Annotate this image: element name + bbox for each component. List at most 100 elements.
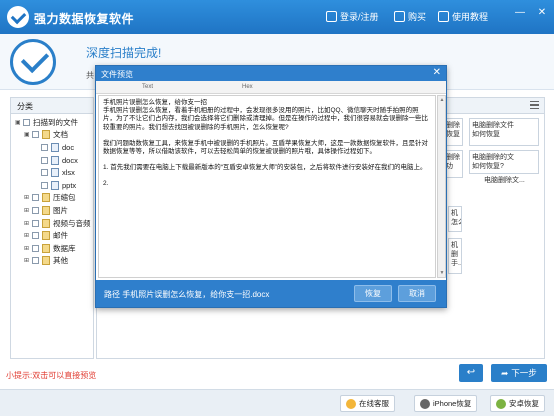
preview-text-line: 2.	[103, 180, 109, 188]
file-icon	[51, 168, 59, 178]
category-item[interactable]: docx	[15, 154, 93, 167]
category-checkbox[interactable]	[23, 118, 30, 126]
next-step-button[interactable]: ➦ 下一步	[491, 364, 547, 382]
category-checkbox[interactable]	[32, 244, 39, 252]
category-item[interactable]: xlsx	[15, 166, 93, 179]
buy-button[interactable]: 购买	[394, 10, 426, 23]
close-window-button[interactable]: ✕	[534, 6, 550, 20]
login-button[interactable]: 登录/注册	[326, 10, 379, 23]
category-label: 文档	[53, 130, 68, 140]
expand-toggle-icon[interactable]: ⊞	[24, 207, 31, 214]
dialog-close-button[interactable]: ✕	[433, 67, 441, 79]
file-name-label: 电脑删除文...	[482, 174, 532, 186]
preview-text-line: 我们问题助数恢复工具，来恢复手机中被误删的手机照片。互盾苹果恢复大师，这是一款数…	[103, 139, 428, 156]
file-thumbnail[interactable]: 电脑删除文件 如何恢复	[469, 118, 539, 146]
category-checkbox[interactable]	[41, 143, 48, 151]
category-checkbox[interactable]	[32, 257, 39, 265]
android-icon	[496, 398, 506, 409]
preview-text-line	[103, 172, 431, 180]
folder-icon	[42, 231, 50, 241]
folder-icon	[42, 218, 50, 228]
footer-bar: 在线客服 iPhone恢复 安卓恢复	[0, 389, 554, 416]
expand-toggle-icon[interactable]: ⊞	[24, 220, 31, 227]
expand-toggle-icon[interactable]: ⊞	[24, 257, 31, 264]
category-item[interactable]: ⊞ 其他	[15, 255, 93, 268]
book-icon	[438, 11, 449, 22]
category-item[interactable]: ⊞ 邮件	[15, 229, 93, 242]
category-item[interactable]: ▣ 文档	[15, 129, 93, 142]
dialog-footer: 路径 手机照片误删怎么恢复，给你支一招.docx 恢复 取消	[96, 280, 446, 307]
next-step-label: 下一步	[511, 368, 537, 378]
category-item[interactable]: ⊞ 视频与音频	[15, 217, 93, 230]
file-icon	[51, 180, 59, 190]
expand-toggle-icon[interactable]: ⊞	[24, 232, 31, 239]
category-label: 其他	[53, 256, 68, 266]
category-label: 邮件	[53, 231, 68, 241]
category-checkbox[interactable]	[32, 131, 39, 139]
category-item[interactable]: ⊞ 压缩包	[15, 192, 93, 205]
iphone-recovery-button[interactable]: iPhone恢复	[414, 395, 478, 412]
expand-toggle-icon[interactable]: ▣	[24, 131, 31, 138]
category-label: docx	[62, 155, 78, 165]
app-logo-icon	[7, 6, 29, 28]
preview-scrollbar[interactable]: ▲ ▼	[437, 95, 446, 278]
folder-icon	[42, 130, 50, 140]
preview-text-area[interactable]: 手机照片误删怎么恢复，给你支一招 手机照片误删怎么恢复，看着手机相册的过程中，会…	[98, 95, 436, 278]
category-item[interactable]: doc	[15, 141, 93, 154]
preview-hint: 小提示:双击可以直接预览	[6, 371, 97, 380]
scroll-up-icon[interactable]: ▲	[439, 97, 445, 103]
online-service-button[interactable]: 在线客服	[340, 395, 395, 412]
recover-button[interactable]: 恢复	[354, 285, 392, 302]
category-label: 压缩包	[53, 193, 76, 203]
category-item[interactable]: ⊞ 图片	[15, 204, 93, 217]
category-checkbox[interactable]	[41, 181, 48, 189]
qq-icon	[346, 398, 356, 409]
folder-icon	[42, 243, 50, 253]
tab-hex[interactable]: Hex	[242, 84, 253, 90]
minimize-button[interactable]: —	[512, 6, 528, 20]
category-checkbox[interactable]	[41, 169, 48, 177]
category-label: 数据库	[53, 243, 76, 253]
category-header: 分类	[11, 98, 93, 114]
file-preview-dialog: 文件预览 ✕ Text Hex 手机照片误删怎么恢复，给你支一招 手机照片误删怎…	[95, 65, 447, 308]
file-thumbnail[interactable]: 机 删 手...	[448, 238, 462, 274]
user-icon	[326, 11, 337, 22]
category-tree: ▣ 扫描到的文件 ▣ 文档 doc docx xlsx pptx ⊞ 压缩包 ⊞ 图片 ⊞ 视频与音频 ⊞ 邮…	[11, 114, 93, 267]
login-label: 登录/注册	[340, 12, 379, 22]
view-menu-icon[interactable]	[530, 101, 539, 109]
category-label: pptx	[62, 180, 77, 190]
cancel-button[interactable]: 取消	[398, 285, 436, 302]
category-checkbox[interactable]	[32, 232, 39, 240]
dialog-title-bar: 文件预览 ✕	[96, 66, 446, 81]
category-checkbox[interactable]	[32, 194, 39, 202]
category-label: doc	[62, 142, 75, 152]
expand-toggle-icon[interactable]: ▣	[15, 119, 22, 126]
file-thumbnail[interactable]: 机 怎么	[448, 206, 462, 232]
file-icon	[51, 142, 59, 152]
category-label: 扫描到的文件	[33, 117, 78, 127]
expand-toggle-icon[interactable]: ⊞	[24, 245, 31, 252]
cart-icon	[394, 11, 405, 22]
scroll-down-icon[interactable]: ▼	[439, 270, 445, 276]
back-button[interactable]: ↩	[459, 364, 483, 382]
category-checkbox[interactable]	[32, 206, 39, 214]
category-label: 视频与音频	[53, 218, 91, 228]
iphone-recovery-label: iPhone恢复	[433, 399, 472, 408]
android-recovery-label: 安卓恢复	[509, 399, 539, 408]
category-item[interactable]: pptx	[15, 179, 93, 192]
category-panel: 分类 ▣ 扫描到的文件 ▣ 文档 doc docx xlsx pptx ⊞ 压缩包 ⊞ 图片 ⊞ 视频与音…	[10, 97, 94, 359]
expand-toggle-icon[interactable]: ⊞	[24, 194, 31, 201]
dialog-title: 文件预览	[101, 70, 133, 79]
android-recovery-button[interactable]: 安卓恢复	[490, 395, 545, 412]
online-service-label: 在线客服	[359, 399, 389, 408]
category-checkbox[interactable]	[41, 156, 48, 164]
category-checkbox[interactable]	[32, 219, 39, 227]
category-item[interactable]: ▣ 扫描到的文件	[15, 116, 93, 129]
title-bar: 强力数据恢复软件 登录/注册 购买 使用教程 — ✕	[0, 0, 554, 34]
file-thumbnail[interactable]: 电脑删除的文 如何恢复?	[469, 150, 539, 174]
scan-subtitle: 共	[86, 71, 94, 80]
tab-text[interactable]: Text	[142, 84, 153, 90]
file-icon	[51, 155, 59, 165]
tutorial-button[interactable]: 使用教程	[438, 10, 488, 23]
category-item[interactable]: ⊞ 数据库	[15, 242, 93, 255]
